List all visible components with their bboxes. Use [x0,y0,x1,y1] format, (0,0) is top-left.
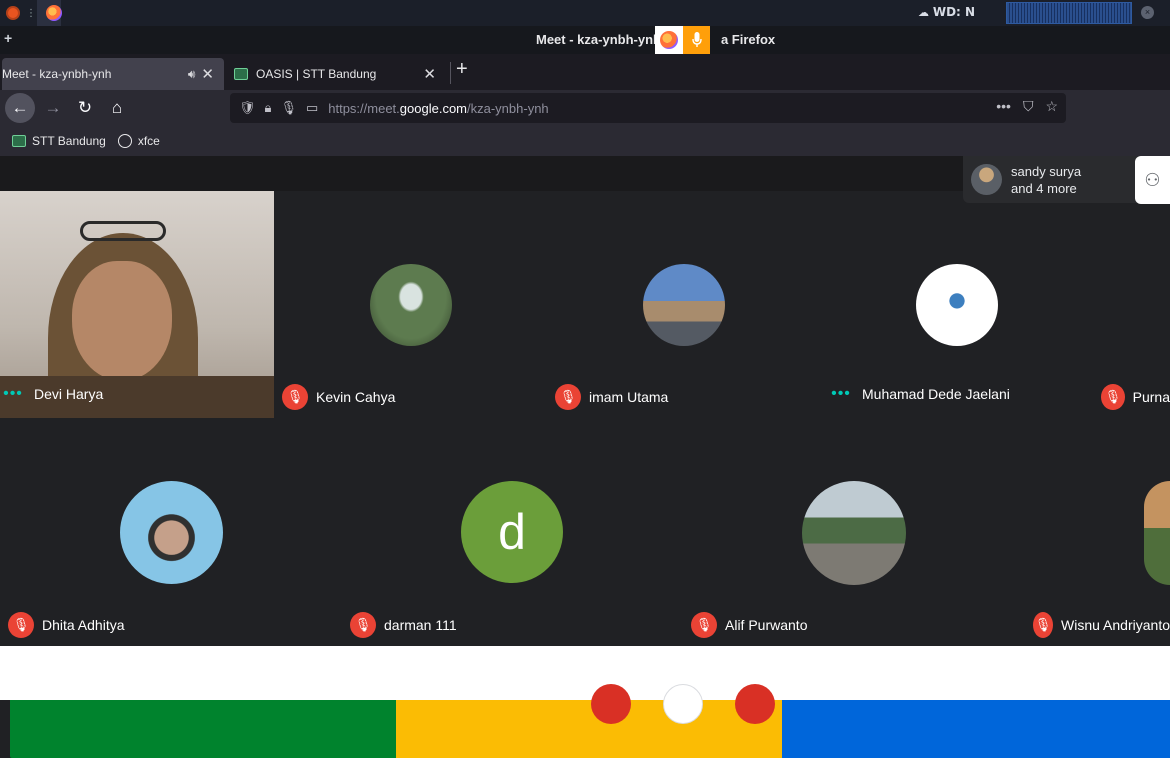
meet-call-area: sandy surya and 4 more ⚇ ••• Devi Harya … [0,156,1170,724]
back-arrow-icon[interactable]: ← [5,93,35,123]
participant-name: darman 111 [384,617,457,633]
tab-strip: Meet - kza-ynbh-ynh 🔊︎ ✕ OASIS | STT Ban… [0,54,1170,758]
participants-summary-more: and 4 more [1011,181,1077,196]
video-glasses [80,221,166,241]
mic-off-icon: 🎙︎ [8,612,34,638]
participant-name-row: 🎙︎ Dhita Adhitya [8,612,125,638]
participant-name-row: 🎙︎ Alif Purwanto [691,612,807,638]
bookmark-xfce[interactable]: xfce [117,134,160,148]
speaking-indicator-icon: ••• [831,385,851,402]
participant-name: Purna [1132,389,1170,405]
meet-control-bar [0,646,1170,724]
mic-off-icon: 🎙︎ [555,384,581,410]
mic-off-icon: 🎙︎ [350,612,376,638]
bookmarks-toolbar: STT Bandung xfce [0,126,1170,156]
bookmark-star-icon[interactable]: ☆ [1045,98,1058,115]
participants-summary-name: sandy surya [1011,164,1082,179]
firefox-icon [655,26,683,54]
mic-off-icon: 🎙︎ [1101,384,1125,410]
participant-name: Devi Harya [34,386,104,402]
video-face [72,261,172,381]
speaking-indicator-icon: ••• [3,385,23,402]
participant-video-tile[interactable] [0,191,274,418]
navigation-toolbar: ← → ↻ ⌂ 🛡︎ 🔒︎ 🎙︎ ▭ https://meet.google.c… [0,90,1170,126]
close-tab-icon[interactable]: ✕ [201,65,214,83]
avatar [370,264,452,346]
participant-name: Alif Purwanto [725,617,808,633]
mic-off-icon: 🎙︎ [1033,612,1054,638]
window-titlebar: + Meet - kza-ynbh-ynh a Firefox [0,26,1170,54]
home-icon[interactable]: ⌂ [102,93,132,123]
close-tab-icon[interactable]: ✕ [423,65,436,83]
url-bar[interactable]: 🛡︎ 🔒︎ 🎙︎ ▭ https://meet.google.com/kza-y… [230,93,1066,123]
more-actions-icon[interactable]: ••• [996,98,1011,115]
bookmark-label: STT Bandung [32,134,106,148]
pin-window-icon[interactable]: + [4,30,12,46]
url-prefix: https://meet. [328,100,400,116]
avatar: d [461,481,563,583]
avatar [1144,481,1170,585]
panel-action-icon[interactable]: × [1141,6,1154,19]
tab-meet[interactable]: Meet - kza-ynbh-ynh 🔊︎ ✕ [2,58,1170,758]
url-domain: google.com [399,100,468,116]
tab-oasis[interactable]: OASIS | STT Bandung ✕ [226,58,446,90]
tab-divider [450,62,451,84]
avatar-initial: d [498,504,526,560]
speaker-icon[interactable]: 🔊︎ [188,67,196,82]
sharing-indicator[interactable] [655,26,710,54]
os-menu-icon[interactable] [6,6,20,20]
weather-text: WD: N [932,5,976,19]
lock-icon[interactable]: 🔒︎ [265,100,272,116]
pocket-icon[interactable]: ⛉ [1023,98,1034,115]
forward-arrow-icon[interactable]: → [38,93,68,123]
os-top-panel: ⋮ ☁ WD: N × [0,0,1170,26]
participant-name-row: 🎙︎ darman 111 [350,612,457,638]
cpu-graph [1006,2,1132,24]
shield-icon[interactable]: 🛡︎ [239,100,256,116]
window-title-tail: a Firefox [720,32,776,47]
participant-name-row: 🎙︎ Wisnu Andriyanto [1033,612,1170,638]
people-icon[interactable]: ⚇ [1135,156,1170,204]
url-text: https://meet.google.com/kza-ynbh-ynh [328,101,548,116]
tab-label: OASIS | STT Bandung [256,67,377,81]
firefox-taskbar-icon[interactable] [46,5,62,21]
panel-separator-icon: ⋮ [26,7,36,19]
mic-toggle-button[interactable] [591,684,631,724]
participant-name: imam Utama [589,389,669,405]
mic-off-icon: 🎙︎ [282,384,308,410]
participant-name: Muhamad Dede Jaelani [862,386,1010,402]
microphone-permission-icon[interactable]: 🎙︎ [280,100,297,116]
microphone-sharing-icon[interactable] [683,26,710,54]
avatar [916,264,998,346]
globe-icon [117,134,132,148]
participant-name-row: 🎙︎ imam Utama [555,384,668,410]
screen-share-permission-icon[interactable]: ▭ [306,100,318,116]
participant-name-row: ••• Devi Harya [0,385,103,403]
camera-toggle-button[interactable] [735,684,775,724]
participant-name-row: 🎙︎ Kevin Cahya [282,384,395,410]
oasis-favicon-icon [12,135,26,147]
tab-label: Meet - kza-ynbh-ynh [2,67,112,81]
participant-name: Wisnu Andriyanto [1061,617,1170,633]
oasis-favicon-icon [234,68,248,80]
avatar [120,481,223,584]
leave-call-button[interactable] [663,684,703,724]
participant-name: Dhita Adhitya [42,617,125,633]
avatar [971,164,1002,195]
window-title-text: Meet - kza-ynbh-ynh [536,32,661,47]
avatar [643,264,725,346]
participant-name-row: ••• Muhamad Dede Jaelani [828,385,1010,403]
avatar [802,481,906,585]
participant-name: Kevin Cahya [316,389,396,405]
new-tab-icon[interactable]: + [456,58,468,81]
participant-name-row: 🎙︎ Purna [1101,384,1170,410]
bookmark-stt-bandung[interactable]: STT Bandung [12,134,106,148]
weather-widget[interactable]: ☁ WD: N [918,5,975,19]
bookmark-label: xfce [137,134,160,148]
url-path: /kza-ynbh-ynh [467,100,549,116]
reload-icon[interactable]: ↻ [70,93,100,123]
mic-off-icon: 🎙︎ [691,612,717,638]
